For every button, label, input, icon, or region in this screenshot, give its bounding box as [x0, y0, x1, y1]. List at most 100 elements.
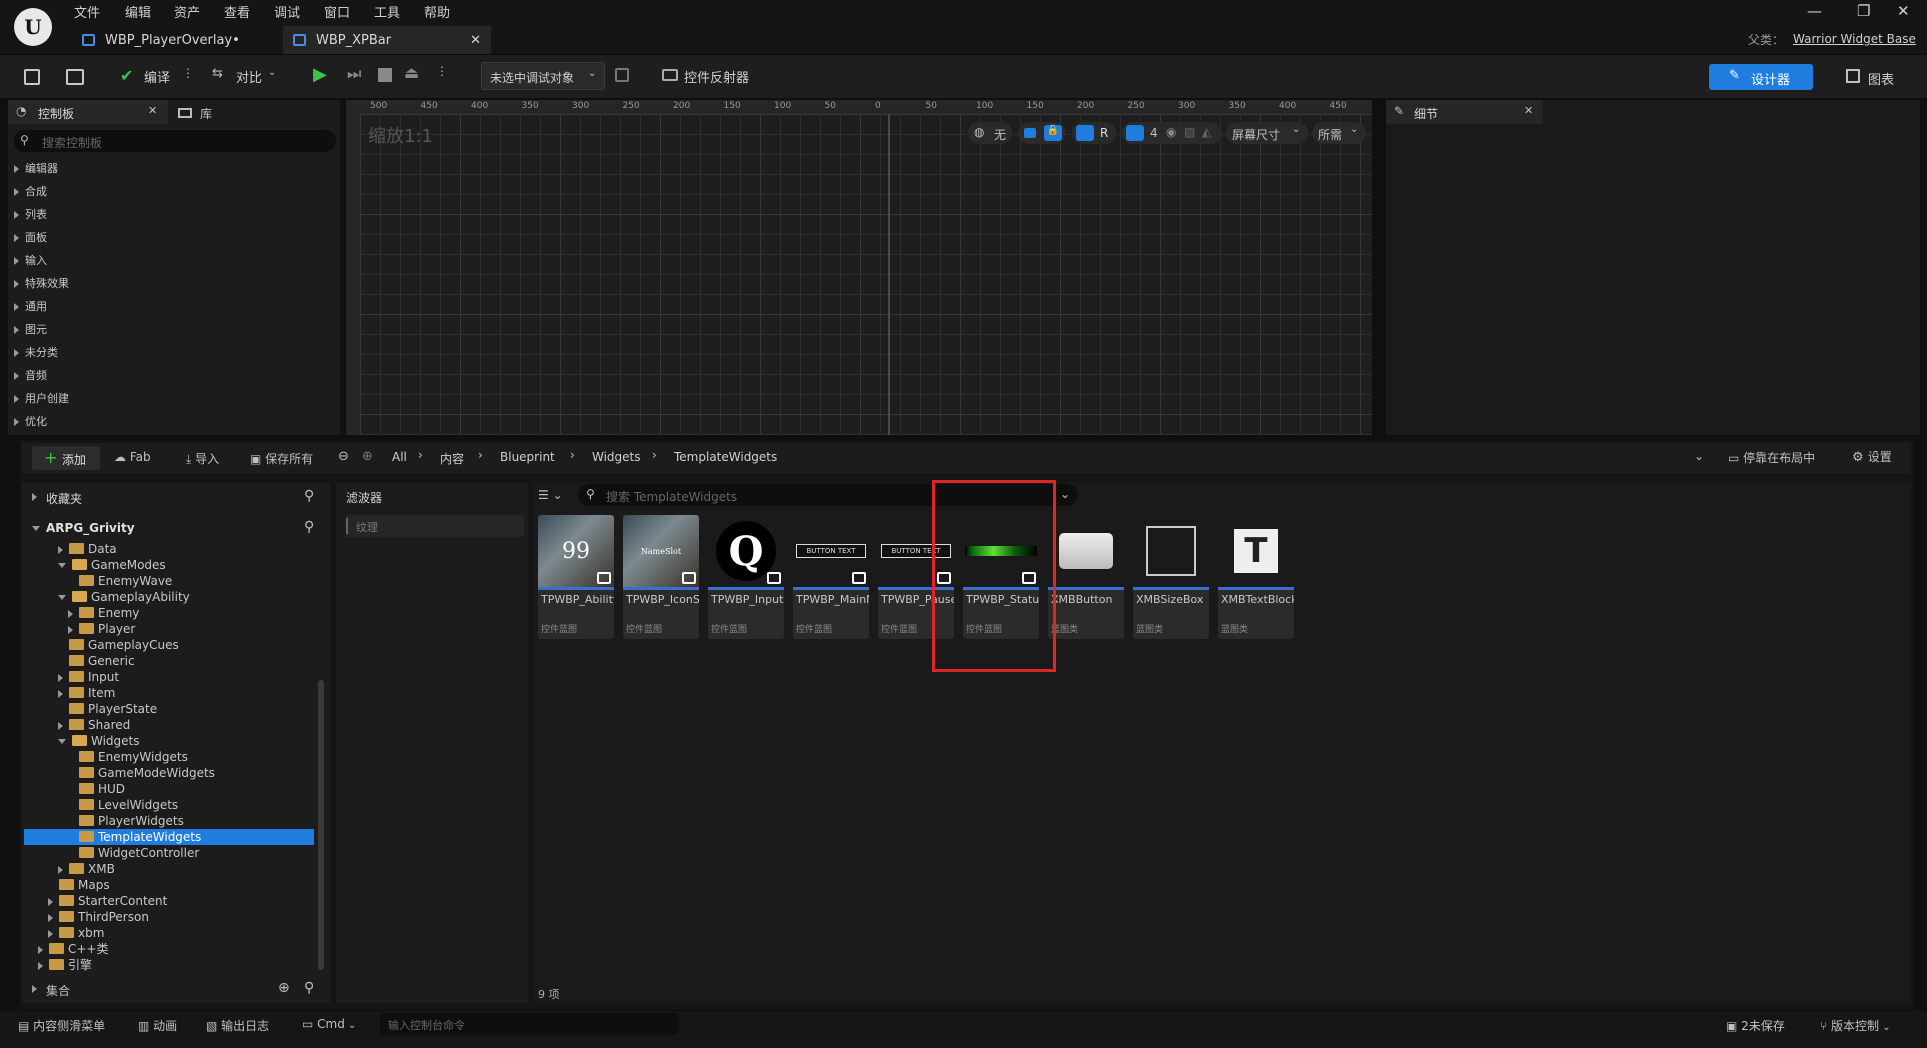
close-panel-icon[interactable]: ✕	[148, 104, 157, 117]
tree-item[interactable]: GameplayCues	[58, 637, 179, 653]
tree-item[interactable]: LevelWidgets	[68, 797, 178, 813]
close-tab-icon[interactable]: ✕	[470, 33, 481, 48]
palette-category[interactable]: 未分类	[14, 344, 58, 360]
cmd-dropdown[interactable]: ▭ Cmd ⌄	[302, 1017, 356, 1031]
palette-category[interactable]: 合成	[14, 183, 47, 199]
graph-button[interactable]: 图表	[1842, 64, 1912, 90]
mirror-icon[interactable]: ◭	[1202, 125, 1211, 139]
tree-item[interactable]: GameModes	[58, 557, 166, 573]
palette-category[interactable]: 特殊效果	[14, 275, 69, 291]
minimize-icon[interactable]: —	[1807, 2, 1822, 20]
panel-splitter[interactable]	[340, 100, 344, 435]
collections-section[interactable]: 集合 ⊕ ⚲	[26, 978, 326, 1000]
tab-library[interactable]: 库	[176, 100, 256, 124]
expand-arrow-icon[interactable]	[58, 721, 63, 730]
expand-arrow-icon[interactable]	[58, 689, 63, 698]
menu-item-2[interactable]: 资产	[174, 2, 200, 22]
asset-tile[interactable]: BUTTON TEXT TPWBP_MainMenuButton 控件蓝图	[793, 515, 869, 639]
breadcrumb-item[interactable]: Blueprint	[500, 450, 555, 464]
palette-category[interactable]: 输入	[14, 252, 47, 268]
expand-arrow-icon[interactable]	[58, 865, 63, 874]
tree-item[interactable]: EnemyWidgets	[68, 749, 188, 765]
menu-item-7[interactable]: 帮助	[424, 2, 450, 22]
breadcrumb-item[interactable]: All	[392, 450, 407, 464]
widget-reflector-button[interactable]: 控件反射器	[660, 60, 760, 90]
palette-category[interactable]: 编辑器	[14, 160, 58, 176]
tree-item[interactable]: Enemy	[68, 605, 139, 621]
asset-tile[interactable]: T XMBTextBlock 蓝图类	[1218, 515, 1294, 639]
forward-icon[interactable]: ⊕	[362, 449, 373, 464]
asset-tile[interactable]: NameSlot TPWBP_IconSlot 控件蓝图	[623, 515, 699, 639]
search-icon[interactable]: ⚲	[304, 519, 314, 535]
unsaved-button[interactable]: ▣ 2未保存	[1726, 1017, 1785, 1034]
unreal-logo-icon[interactable]: U	[14, 8, 52, 46]
settings-button[interactable]: ⚙ 设置	[1852, 448, 1892, 465]
tab-xpbar[interactable]: WBP_XPBar ✕	[283, 26, 491, 54]
tree-item[interactable]: Data	[58, 541, 117, 557]
debug-browse-icon[interactable]	[615, 68, 629, 82]
source-control-button[interactable]: ⑂ 版本控制 ⌄	[1820, 1017, 1891, 1034]
restore-icon[interactable]: ❐	[1857, 2, 1870, 20]
expand-arrow-icon[interactable]	[58, 595, 66, 600]
palette-category[interactable]: 通用	[14, 298, 47, 314]
compile-options-icon[interactable]: ⋮	[182, 66, 194, 80]
menu-item-3[interactable]: 查看	[224, 2, 250, 22]
palette-category[interactable]: 用户创建	[14, 390, 69, 406]
close-panel-icon[interactable]: ✕	[1524, 104, 1533, 117]
output-log-button[interactable]: ▧ 输出日志	[206, 1017, 269, 1034]
play-icon[interactable]: ▶	[313, 64, 337, 88]
parent-class-link[interactable]: Warrior Widget Base	[1793, 32, 1916, 46]
tree-item[interactable]: XMB	[58, 861, 115, 877]
tree-item[interactable]: HUD	[68, 781, 125, 797]
tree-item[interactable]: Generic	[58, 653, 135, 669]
expand-arrow-icon[interactable]	[68, 609, 73, 618]
preview-icon[interactable]: ◉	[1166, 125, 1176, 139]
tree-item[interactable]: StarterContent	[48, 893, 167, 909]
fill-dropdown[interactable]: 所需 ⌄	[1312, 122, 1366, 144]
palette-category[interactable]: 列表	[14, 206, 47, 222]
tree-item[interactable]: xbm	[48, 925, 104, 941]
asset-tile[interactable]: XMBButton 蓝图类	[1048, 515, 1124, 639]
expand-arrow-icon[interactable]	[58, 673, 63, 682]
expand-arrow-icon[interactable]	[58, 563, 66, 568]
tree-item[interactable]: Shared	[58, 717, 130, 733]
tree-item[interactable]: ThirdPerson	[48, 909, 149, 925]
menu-item-6[interactable]: 工具	[374, 2, 400, 22]
menu-item-4[interactable]: 调试	[274, 2, 300, 22]
tree-item[interactable]: Widgets	[58, 733, 140, 749]
play-options-icon[interactable]: ⋮	[436, 64, 448, 78]
expand-arrow-icon[interactable]	[48, 897, 53, 906]
compile-button[interactable]: ✔ 编译 ⋮	[98, 60, 194, 90]
image-icon[interactable]: ▨	[1184, 125, 1195, 139]
debug-target-dropdown[interactable]: 未选中调试对象 ⌄	[481, 62, 605, 90]
menu-item-1[interactable]: 编辑	[125, 2, 151, 22]
lock-control[interactable]: 🔒	[1018, 122, 1066, 144]
diff-button[interactable]: ⇆ 对比 ⌄	[212, 60, 282, 90]
tree-item[interactable]: 引擎	[38, 957, 92, 973]
asset-tile[interactable]: XMBSizeBox 蓝图类	[1133, 515, 1209, 639]
animation-button[interactable]: ▥ 动画	[138, 1017, 177, 1034]
expand-arrow-icon[interactable]	[38, 961, 43, 970]
grid-snap-control[interactable]: 4 ◉ ▨ ◭	[1122, 122, 1222, 144]
menu-item-5[interactable]: 窗口	[324, 2, 350, 22]
chevron-down-icon[interactable]: ⌄	[1694, 449, 1704, 463]
tree-scrollbar[interactable]	[318, 680, 324, 970]
expand-arrow-icon[interactable]	[38, 945, 43, 954]
expand-arrow-icon[interactable]	[48, 913, 53, 922]
dock-in-layout-button[interactable]: ▭ 停靠在布局中	[1728, 449, 1815, 466]
palette-category[interactable]: 音频	[14, 367, 47, 383]
back-icon[interactable]: ⊖	[338, 449, 349, 464]
chevron-down-icon[interactable]: ⌄	[1060, 487, 1070, 501]
screen-size-dropdown[interactable]: 屏幕尺寸 ⌄	[1226, 122, 1308, 144]
asset-tile[interactable]: 99 TPWBP_AbilityIconSlot 控件蓝图	[538, 515, 614, 639]
save-icon[interactable]	[24, 69, 40, 85]
console-input[interactable]: 输入控制台命令	[380, 1013, 678, 1035]
add-collection-icon[interactable]: ⊕	[278, 980, 290, 996]
tree-item[interactable]: C++类	[38, 941, 109, 957]
tree-item[interactable]: PlayerWidgets	[68, 813, 184, 829]
filter-dropdown[interactable]: ☰ ⌄	[538, 488, 563, 502]
filter-item-texture[interactable]: 纹理	[346, 515, 524, 537]
search-icon[interactable]: ⚲	[304, 488, 314, 504]
tree-item[interactable]: WidgetController	[68, 845, 199, 861]
palette-category[interactable]: 优化	[14, 413, 47, 429]
